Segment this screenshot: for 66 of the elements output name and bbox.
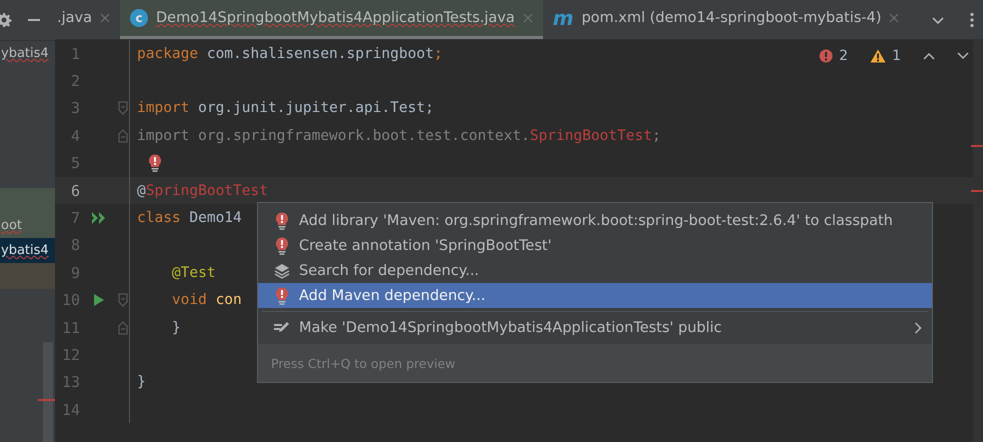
code-line: class Demo14 [137, 210, 242, 226]
previous-highlight-icon[interactable] [923, 52, 935, 60]
settings-icon[interactable] [0, 12, 12, 28]
tab-label: Demo14SpringbootMybatis4ApplicationTests.java [156, 10, 515, 26]
tree-item[interactable]: ybatis4 [0, 41, 55, 66]
menu-item[interactable]: Search for dependency... [258, 258, 932, 283]
warning-icon [870, 49, 886, 63]
class-icon: c [130, 9, 148, 27]
editor-tab[interactable]: m pom.xml (demo14-springboot-mybatis-4) [542, 0, 910, 39]
scrollbar[interactable] [973, 40, 983, 442]
bulb-icon[interactable] [275, 236, 289, 254]
line-number: 6 [70, 182, 80, 200]
bulb-icon[interactable] [275, 212, 289, 230]
line-number: 7 [70, 209, 80, 228]
maven-icon: m [552, 8, 574, 28]
edit-icon [274, 320, 290, 334]
line-number: 9 [70, 264, 80, 282]
tree-item[interactable]: oot [0, 213, 55, 238]
more-icon[interactable] [969, 12, 975, 28]
line-number: 1 [70, 44, 80, 63]
menu-item[interactable]: Make 'Demo14SpringbootMybatis4ApplicationTests' public [258, 315, 932, 340]
hint-text: Press Ctrl+Q to open preview [258, 344, 932, 382]
tab-label: pom.xml (demo14-springboot-mybatis-4) [582, 10, 882, 26]
bulb-icon[interactable] [148, 154, 162, 172]
editor-tab[interactable]: c Demo14SpringbootMybatis4ApplicationTests.java [120, 0, 543, 39]
code-line: void con [170, 292, 242, 308]
run-icon[interactable] [93, 293, 105, 308]
code-line: import org.junit.jupiter.api.Test; [137, 100, 434, 116]
next-highlight-icon[interactable] [957, 52, 969, 60]
line-number: 12 [60, 346, 80, 364]
error-stripe-mark [971, 145, 983, 147]
error-count[interactable]: 2 [839, 48, 848, 64]
fold-icon[interactable] [118, 101, 128, 116]
tree-item[interactable]: ybatis4 [0, 238, 55, 263]
line-number: 2 [70, 72, 80, 90]
code-line: } [137, 374, 146, 390]
line-number: 5 [70, 154, 80, 172]
error-stripe-mark [971, 190, 983, 192]
editor-tab[interactable]: .java [51, 0, 120, 39]
line-number: 13 [60, 373, 80, 392]
line-number: 3 [70, 99, 80, 118]
line-number: 4 [70, 126, 80, 145]
code-line: @Test [170, 264, 216, 281]
code-line: package com.shalisensen.springboot; [137, 46, 443, 62]
error-icon [819, 49, 834, 63]
menu-item[interactable]: Add library 'Maven: org.springframework.boot:spring-boot-test:2.6.4' to classpath [258, 208, 932, 233]
line-number: 14 [60, 400, 80, 419]
line-number: 10 [60, 291, 80, 310]
fold-icon[interactable] [118, 128, 128, 143]
warning-count[interactable]: 1 [892, 48, 901, 64]
row-highlight [0, 263, 55, 289]
tab-label: .java [57, 10, 92, 26]
code-line: @SpringBootTest [137, 182, 268, 199]
layers-icon [274, 262, 290, 278]
line-number: 8 [70, 236, 80, 254]
fold-icon[interactable] [118, 320, 128, 335]
scrollbar[interactable] [43, 342, 53, 442]
fold-icon[interactable] [118, 293, 128, 308]
menu-item[interactable]: Add Maven dependency... [258, 283, 932, 308]
menu-item[interactable]: Create annotation 'SpringBootTest' [258, 233, 932, 258]
chevron-down-icon[interactable] [931, 14, 945, 24]
error-stripe-mark [38, 399, 55, 401]
run-all-icon[interactable] [91, 211, 107, 226]
line-number: 11 [60, 318, 80, 337]
code-line: import org.springframework.boot.test.context.SpringBootTest; [137, 128, 661, 144]
code-line: } [170, 320, 181, 336]
